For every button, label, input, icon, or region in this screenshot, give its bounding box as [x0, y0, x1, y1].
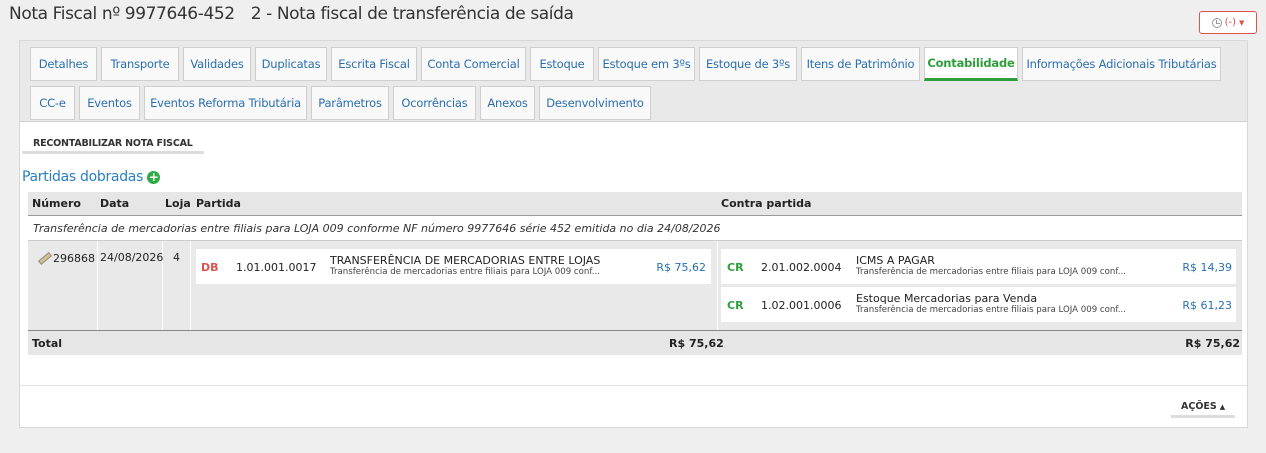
actions-button[interactable]: AÇÕES ▲ — [1171, 398, 1236, 418]
credit-entry: CR 2.01.002.0004 ICMS A PAGAR Transferên… — [721, 249, 1236, 284]
credit-account-name: ICMS A PAGAR — [856, 254, 935, 267]
status-label: (-) — [1224, 17, 1237, 28]
tab-estoque-de-terceiros[interactable]: Estoque de 3ºs — [699, 47, 797, 81]
clock-icon — [1211, 17, 1222, 28]
debit-value[interactable]: R$ 75,62 — [656, 261, 706, 274]
credit-type: CR — [727, 299, 744, 312]
chevron-down-icon: ▼ — [1239, 18, 1245, 27]
credit-account: 1.02.001.0006 — [761, 299, 842, 312]
credit-entry: CR 1.02.001.0006 Estoque Mercadorias par… — [721, 287, 1236, 322]
total-credit: R$ 75,62 — [1185, 337, 1240, 350]
entry-loja: 4 — [173, 251, 180, 264]
credit-value[interactable]: R$ 61,23 — [1182, 299, 1232, 312]
page-title: Nota Fiscal nº 9977646-452 2 - Nota fisca… — [9, 4, 574, 24]
section-title: Partidas dobradas + — [22, 169, 161, 185]
credit-value[interactable]: R$ 14,39 — [1182, 261, 1232, 274]
pencil-icon[interactable] — [36, 251, 50, 265]
debit-account-desc: Transferência de mercadorias entre filia… — [330, 267, 600, 277]
tab-escrita-fiscal[interactable]: Escrita Fiscal — [331, 47, 417, 81]
column-divider — [190, 241, 191, 330]
add-icon[interactable]: + — [147, 170, 161, 184]
caret-up-icon: ▲ — [1219, 402, 1226, 411]
total-debit: R$ 75,62 — [669, 337, 724, 350]
total-row: Total R$ 75,62 R$ 75,62 — [28, 330, 1242, 355]
main-panel: Detalhes Transporte Validades Duplicatas… — [19, 40, 1248, 428]
table-header: Número Data Loja Partida Contra partida — [28, 192, 1242, 216]
table-row: 296868 24/08/2026 4 DB 1.01.001.0017 TRA… — [28, 241, 1242, 330]
tab-estoque-em-terceiros[interactable]: Estoque em 3ºs — [598, 47, 695, 81]
tab-transporte[interactable]: Transporte — [101, 47, 179, 81]
tab-duplicatas[interactable]: Duplicatas — [255, 47, 327, 81]
credit-account-desc: Transferência de mercadorias entre filia… — [856, 305, 1126, 315]
tab-itens-de-patrimonio[interactable]: Itens de Patrimônio — [801, 47, 920, 81]
tab-informacoes-adicionais-tributarias[interactable]: Informações Adicionais Tributárias — [1022, 47, 1221, 81]
tab-cce[interactable]: CC-e — [30, 86, 75, 120]
debit-account: 1.01.001.0017 — [236, 261, 317, 274]
recontabilizar-button[interactable]: RECONTABILIZAR NOTA FISCAL — [22, 135, 204, 154]
footer-divider — [20, 385, 1247, 386]
header-contra-partida: Contra partida — [721, 197, 812, 210]
tab-conta-comercial[interactable]: Conta Comercial — [421, 47, 526, 81]
section-title-label: Partidas dobradas — [22, 169, 144, 185]
header-numero: Número — [32, 197, 81, 210]
entry-description: Transferência de mercadorias entre filia… — [33, 222, 721, 235]
debit-account-name: TRANSFERÊNCIA DE MERCADORIAS ENTRE LOJAS — [330, 254, 601, 267]
tab-ocorrencias[interactable]: Ocorrências — [393, 86, 476, 120]
invoice-type: 2 - Nota fiscal de transferência de saíd… — [250, 4, 574, 24]
tab-bar: Detalhes Transporte Validades Duplicatas… — [20, 41, 1247, 122]
entry-description-row: Transferência de mercadorias entre filia… — [28, 216, 1242, 241]
tab-validades[interactable]: Validades — [183, 47, 251, 81]
credit-account-name: Estoque Mercadorias para Venda — [856, 292, 1038, 305]
debit-entry: DB 1.01.001.0017 TRANSFERÊNCIA DE MERCAD… — [196, 249, 711, 284]
credit-account: 2.01.002.0004 — [761, 261, 842, 274]
header-loja: Loja — [165, 197, 191, 210]
entry-number-value: 296868 — [53, 251, 95, 265]
header-partida: Partida — [196, 197, 241, 210]
tab-eventos[interactable]: Eventos — [79, 86, 140, 120]
tab-contabilidade[interactable]: Contabilidade — [924, 47, 1018, 81]
debit-type: DB — [201, 261, 219, 274]
tab-eventos-reforma-tributaria[interactable]: Eventos Reforma Tributária — [144, 86, 307, 120]
tab-anexos[interactable]: Anexos — [480, 86, 535, 120]
tab-estoque[interactable]: Estoque — [530, 47, 594, 81]
credit-type: CR — [727, 261, 744, 274]
actions-label: AÇÕES — [1181, 401, 1217, 412]
tab-detalhes[interactable]: Detalhes — [30, 47, 97, 81]
total-label: Total — [32, 337, 63, 350]
column-divider — [717, 241, 718, 330]
column-divider — [97, 241, 98, 330]
header-data: Data — [100, 197, 130, 210]
tab-parametros[interactable]: Parâmetros — [311, 86, 389, 120]
entry-date: 24/08/2026 — [100, 251, 164, 264]
tab-desenvolvimento[interactable]: Desenvolvimento — [539, 86, 651, 120]
credit-account-desc: Transferência de mercadorias entre filia… — [856, 267, 1126, 277]
status-dropdown-button[interactable]: (-) ▼ — [1199, 11, 1257, 34]
invoice-number: Nota Fiscal nº 9977646-452 — [9, 4, 235, 24]
entry-number: 296868 — [36, 251, 95, 265]
